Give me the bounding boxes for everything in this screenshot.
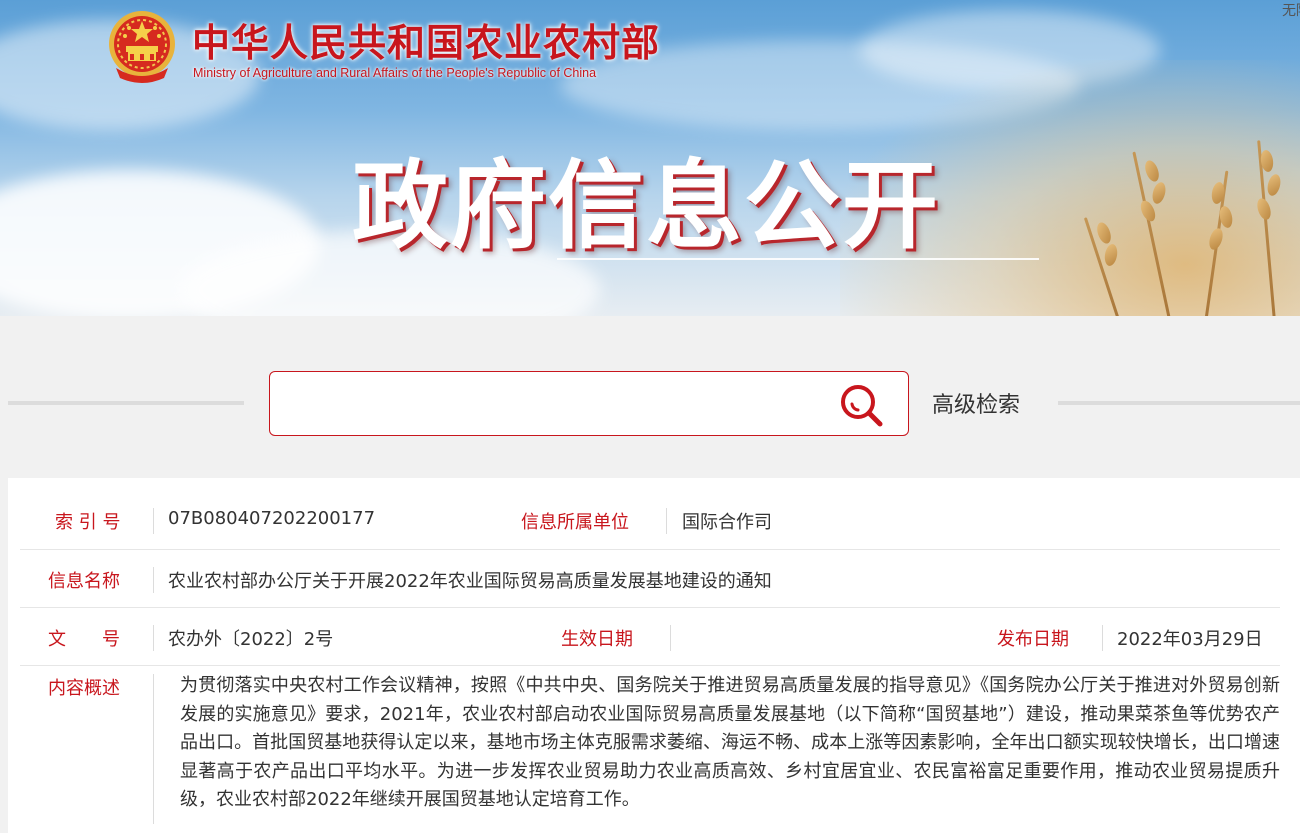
divider-left [8, 401, 244, 405]
header-banner: 中华人民共和国农业农村部 Ministry of Agriculture and… [0, 0, 1300, 316]
column-divider [153, 674, 154, 824]
search-icon[interactable] [838, 382, 886, 428]
table-row-doc: 文 号 农办外〔2022〕2号 生效日期 发布日期 2022年03月29日 [20, 608, 1280, 666]
search-bar: 高级检索 [0, 370, 1300, 436]
table-row-name: 信息名称 农业农村部办公厅关于开展2022年农业国际贸易高质量发展基地建设的通知 [20, 550, 1280, 608]
name-value: 农业农村部办公厅关于开展2022年农业国际贸易高质量发展基地建设的通知 [168, 571, 772, 592]
unit-value: 国际合作司 [682, 512, 772, 533]
unit-label: 信息所属单位 [521, 512, 629, 533]
table-row-summary: 内容概述 为贯彻落实中央农村工作会议精神，按照《中共中央、国务院关于推进贸易高质… [20, 666, 1280, 833]
divider-right [1058, 401, 1300, 405]
national-emblem-icon [109, 11, 175, 83]
name-label: 信息名称 [48, 571, 120, 592]
page-title: 政府信息公开 [352, 150, 940, 262]
summary-text: 为贯彻落实中央农村工作会议精神，按照《中共中央、国务院关于推进贸易高质量发展的指… [180, 675, 1280, 811]
search-input[interactable] [284, 382, 824, 426]
summary-label: 内容概述 [48, 678, 120, 699]
effective-date-label: 生效日期 [561, 629, 633, 650]
search-box [269, 371, 909, 436]
column-divider [153, 508, 154, 534]
publish-date-label: 发布日期 [997, 629, 1069, 650]
ministry-name-cn: 中华人民共和国农业农村部 [192, 21, 661, 65]
index-value: 07B080407202200177 [168, 508, 376, 529]
column-divider [153, 567, 154, 593]
ministry-name-en: Ministry of Agriculture and Rural Affair… [193, 66, 597, 80]
table-row-index: 索 引 号 07B080407202200177 信息所属单位 国际合作司 [20, 490, 1280, 550]
column-divider [153, 625, 154, 651]
column-divider [1102, 625, 1103, 651]
doc-number-label: 文 号 [48, 629, 120, 650]
info-table: 索 引 号 07B080407202200177 信息所属单位 国际合作司 信息… [8, 478, 1300, 833]
title-underline [557, 258, 1039, 260]
index-label: 索 引 号 [55, 512, 121, 533]
doc-number-value: 农办外〔2022〕2号 [168, 629, 334, 650]
publish-date-value: 2022年03月29日 [1117, 629, 1263, 650]
advanced-search-link[interactable]: 高级检索 [932, 387, 1020, 419]
column-divider [666, 508, 667, 534]
accessibility-link[interactable]: 无障 [1282, 0, 1300, 20]
column-divider [670, 625, 671, 651]
